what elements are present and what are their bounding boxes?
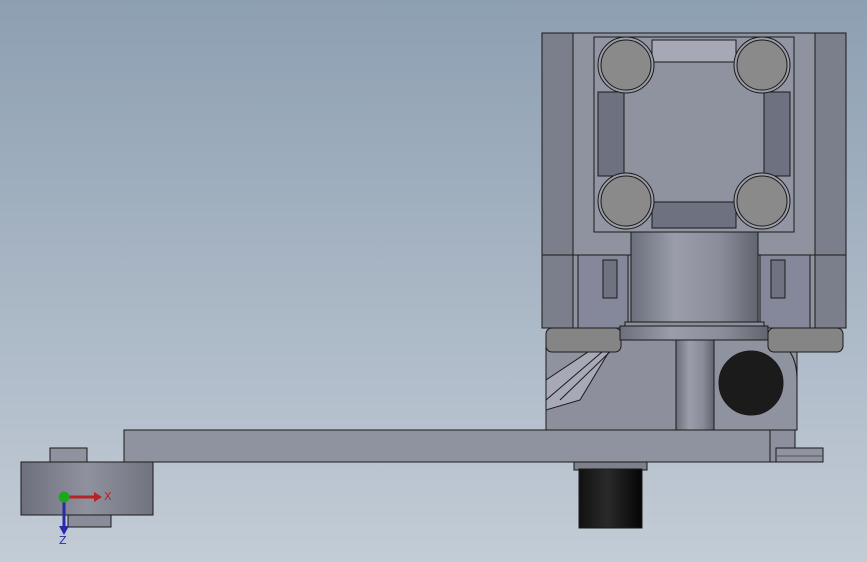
bottom-boss[interactable] bbox=[578, 468, 643, 529]
cad-model-view[interactable] bbox=[0, 0, 867, 562]
right-boss bbox=[767, 327, 844, 353]
base-arm[interactable] bbox=[123, 429, 773, 463]
main-body[interactable] bbox=[541, 32, 847, 329]
coordinate-triad: X Z bbox=[58, 490, 112, 546]
x-axis-label: X bbox=[104, 490, 112, 503]
shaft-neck bbox=[619, 325, 769, 341]
cad-viewport[interactable]: X Z bbox=[0, 0, 867, 562]
x-axis-arrow bbox=[94, 492, 102, 502]
mount-hole bbox=[718, 350, 784, 416]
left-boss bbox=[545, 327, 622, 353]
central-shaft[interactable] bbox=[630, 231, 759, 325]
mount-bracket[interactable] bbox=[545, 338, 798, 431]
base-arm-tab bbox=[775, 447, 824, 463]
z-axis-label: Z bbox=[59, 534, 67, 546]
y-axis-icon bbox=[58, 491, 70, 503]
